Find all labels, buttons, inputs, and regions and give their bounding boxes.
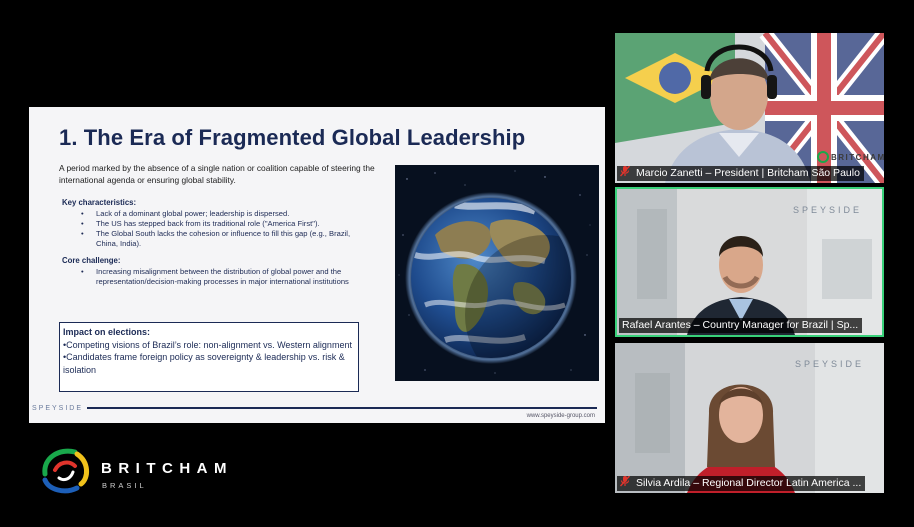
list-item: Lack of a dominant global power; leaders… [81, 209, 371, 219]
britcham-emblem-icon [42, 448, 89, 494]
participant-name-label: Silvia Ardila – Regional Director Latin … [617, 476, 866, 491]
footer-url: www.speyside-group.com [526, 413, 595, 419]
participant-name: Rafael Arantes – Country Manager for Bra… [622, 319, 859, 331]
britcham-logo: BRITCHAM BRASIL [37, 444, 287, 494]
impact-box: Impact on elections: •Competing visions … [59, 322, 359, 392]
impact-line: •Competing visions of Brazil’s role: non… [63, 339, 352, 350]
participant-video: SPEYSIDE [617, 189, 882, 335]
participant-video-tile-active[interactable]: SPEYSIDE Rafael Arantes – Country Manage… [615, 187, 884, 337]
earth-image [395, 165, 599, 381]
list-item: The US has stepped back from its traditi… [81, 219, 371, 229]
shared-slide: 1. The Era of Fragmented Global Leadersh… [29, 107, 605, 423]
participant-video-tile[interactable]: SPEYSIDE Silvia Ardila – Regional Direct… [615, 343, 884, 493]
list-item: Increasing misalignment between the dist… [81, 267, 371, 287]
participant-video: BRITCHAM [615, 33, 884, 183]
impact-heading: Impact on elections: [63, 327, 151, 337]
participant-video: SPEYSIDE [615, 343, 884, 493]
list-item: The Global South lacks the cohesion or i… [81, 229, 371, 249]
svg-text:SPEYSIDE: SPEYSIDE [795, 359, 864, 369]
svg-text:BRITCHAM: BRITCHAM [831, 153, 884, 162]
core-challenge-list: Increasing misalignment between the dist… [81, 267, 371, 287]
footer-divider [87, 407, 597, 409]
footer-brand: SPEYSIDE [32, 405, 84, 412]
core-challenge-heading: Core challenge: [62, 256, 121, 265]
mic-muted-icon [619, 166, 631, 181]
key-characteristics-list: Lack of a dominant global power; leaders… [81, 209, 371, 249]
impact-line: •Candidates frame foreign policy as sove… [63, 352, 345, 375]
slide-intro: A period marked by the absence of a sing… [59, 163, 375, 185]
participant-name: Silvia Ardila – Regional Director Latin … [636, 477, 862, 489]
slide-footer: SPEYSIDE www.speyside-group.com [29, 405, 605, 423]
logo-subtitle: BRASIL [102, 481, 147, 490]
mic-muted-icon [619, 476, 631, 491]
participant-name: Marcio Zanetti – President | Britcham Sã… [636, 167, 860, 179]
participant-name-label: Rafael Arantes – Country Manager for Bra… [619, 318, 863, 333]
participant-video-tile[interactable]: BRITCHAM Marcio Zanetti – President | Br… [615, 33, 884, 183]
participant-name-label: Marcio Zanetti – President | Britcham Sã… [617, 166, 864, 181]
svg-text:SPEYSIDE: SPEYSIDE [793, 205, 862, 215]
key-characteristics-heading: Key characteristics: [62, 198, 137, 207]
logo-wordmark: BRITCHAM [101, 460, 233, 477]
slide-title: 1. The Era of Fragmented Global Leadersh… [59, 125, 526, 150]
